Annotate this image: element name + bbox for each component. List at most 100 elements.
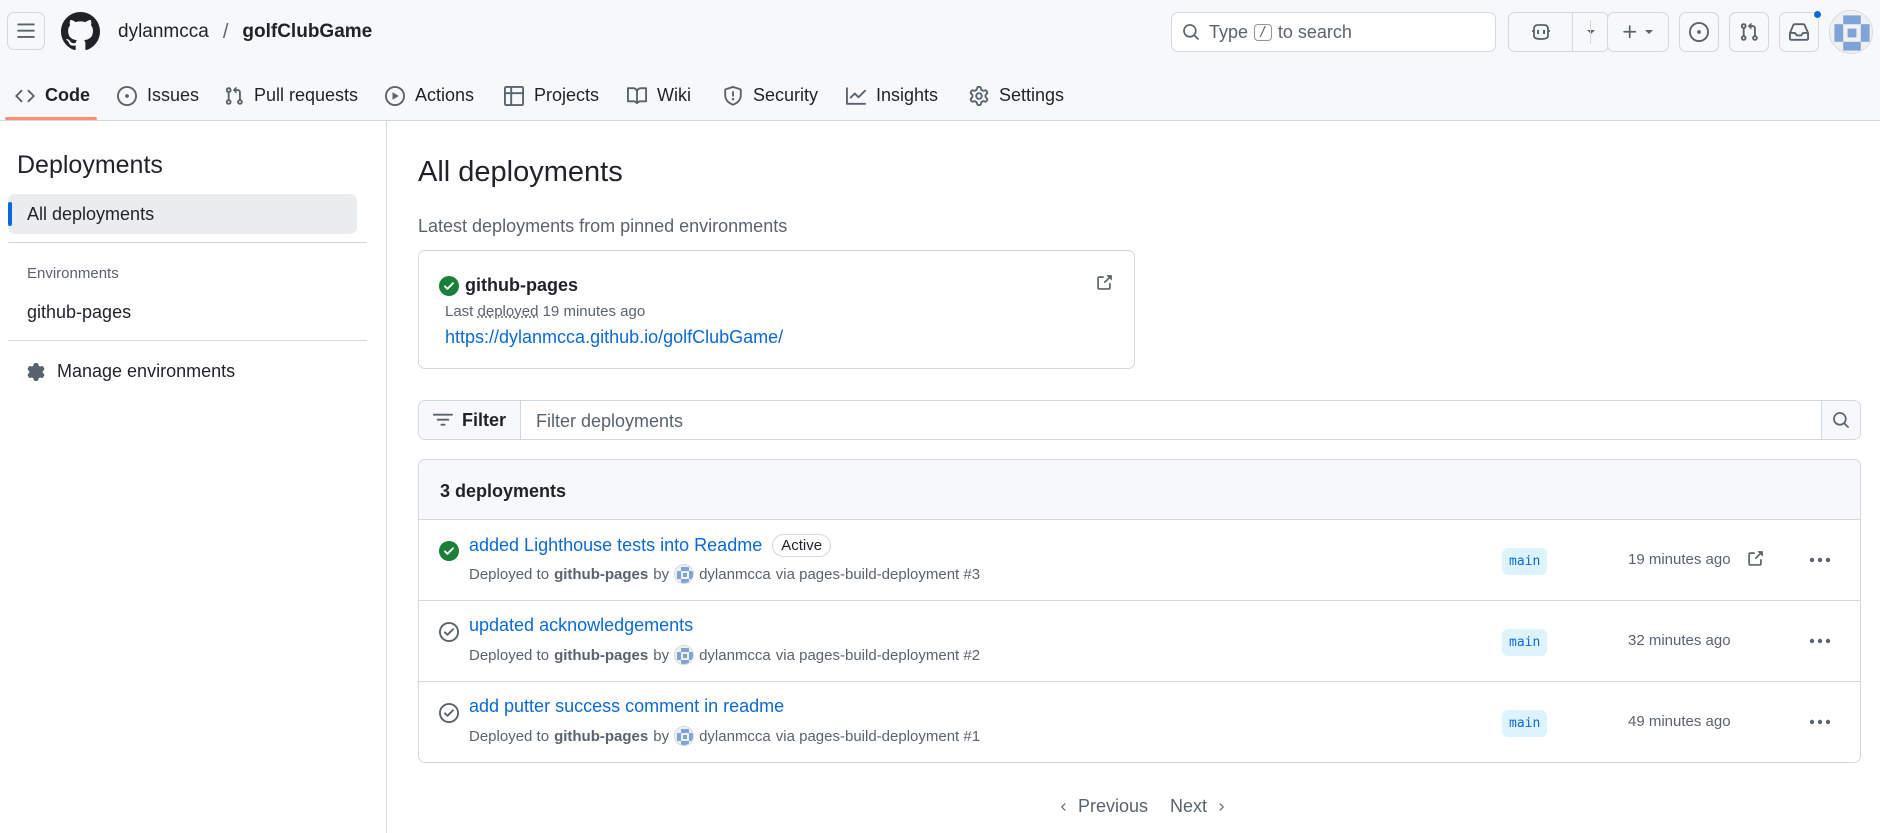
search-input[interactable]: Type / to search: [1171, 12, 1496, 52]
kebab-horizontal-icon: [1809, 557, 1831, 563]
breadcrumb-repo-link[interactable]: golfClubGame: [242, 21, 372, 43]
kebab-horizontal-icon: [1809, 638, 1831, 644]
copilot-button-group: [1508, 12, 1609, 52]
pinned-subtitle: Latest deployments from pinned environme…: [418, 216, 788, 236]
link-external-icon: [1097, 275, 1112, 290]
tab-security-label: Security: [753, 85, 819, 105]
menu-button[interactable]: [7, 12, 45, 50]
tab-code-label: Code: [45, 85, 90, 105]
deployment-workflow-link[interactable]: via pages-build-deployment #3: [776, 566, 980, 583]
user-avatar[interactable]: [1829, 10, 1873, 54]
deployment-commit-link[interactable]: updated acknowledgements: [469, 615, 693, 636]
issues-button[interactable]: [1679, 12, 1719, 52]
view-deployment-button[interactable]: [1746, 550, 1764, 568]
deployment-title-row: updated acknowledgements: [469, 615, 693, 636]
tab-pull-requests[interactable]: Pull requests: [224, 70, 358, 121]
issue-opened-icon: [1689, 22, 1709, 42]
deployment-status: [439, 703, 459, 723]
sidebar-divider: [8, 340, 367, 341]
tab-code[interactable]: Code: [15, 70, 90, 121]
identicon-icon: [675, 565, 694, 583]
tab-settings[interactable]: Settings: [969, 70, 1064, 121]
pinned-deployed-link[interactable]: deployed: [478, 303, 539, 320]
sidebar-title: Deployments: [17, 151, 163, 179]
deployed-to-text: Deployed to: [469, 727, 550, 745]
pull-requests-button[interactable]: [1729, 12, 1769, 52]
app-header: dylanmcca / golfClubGame Type / to searc…: [0, 0, 1880, 121]
deployment-user-link[interactable]: dylanmcca: [699, 728, 771, 745]
deployment-environment-link[interactable]: github-pages: [554, 566, 648, 583]
deployment-menu-button[interactable]: [1808, 548, 1832, 572]
pinned-environment-label[interactable]: github-pages: [465, 275, 578, 296]
tab-issues[interactable]: Issues: [117, 70, 199, 121]
deployment-environment-link[interactable]: github-pages: [554, 647, 648, 664]
gear-icon: [27, 362, 45, 381]
table-icon: [504, 85, 524, 106]
deployment-commit-link[interactable]: add putter success comment in readme: [469, 696, 784, 717]
deployment-time: 32 minutes ago: [1628, 632, 1731, 649]
by-text: by: [653, 727, 670, 745]
deployment-time: 49 minutes ago: [1628, 713, 1731, 730]
filter-deployments-input[interactable]: Filter deployments: [536, 411, 683, 432]
deployment-meta: Deployed to github-pages by dylanmcca vi…: [469, 645, 980, 665]
deployment-menu-button[interactable]: [1808, 710, 1832, 734]
avatar: [674, 726, 695, 746]
branch-label[interactable]: main: [1502, 548, 1548, 575]
deployment-commit-link[interactable]: added Lighthouse tests into Readme: [469, 535, 762, 556]
deployment-environment-link[interactable]: github-pages: [554, 728, 648, 745]
tab-insights[interactable]: Insights: [846, 70, 938, 121]
sidebar-active-indicator: [8, 202, 12, 226]
sidebar-item-github-pages[interactable]: github-pages: [27, 302, 131, 323]
filter-button[interactable]: Filter: [419, 401, 521, 439]
git-pull-request-icon: [1740, 22, 1758, 41]
identicon-icon: [675, 646, 694, 664]
deployment-user-link[interactable]: dylanmcca: [699, 647, 771, 664]
branch-label[interactable]: main: [1502, 629, 1548, 656]
status-badge: Active: [772, 534, 832, 557]
deployment-workflow-link[interactable]: via pages-build-deployment #1: [776, 728, 980, 745]
deployment-menu-button[interactable]: [1808, 629, 1832, 653]
tab-wiki[interactable]: Wiki: [627, 70, 691, 121]
next-page-label: Next: [1170, 796, 1208, 816]
deployment-status: [439, 541, 459, 561]
tab-issues-label: Issues: [147, 85, 200, 105]
git-pull-request-icon: [225, 86, 243, 105]
deployment-user-link[interactable]: dylanmcca: [699, 566, 771, 583]
pinned-meta-time: 19 minutes ago: [542, 303, 646, 320]
selected-tab-indicator: [5, 117, 97, 120]
deployment-title-row: add putter success comment in readme: [469, 696, 784, 717]
tab-projects-label: Projects: [534, 85, 600, 105]
create-new-button[interactable]: [1607, 12, 1669, 52]
copilot-button[interactable]: [1509, 13, 1573, 51]
search-suffix-text: to search: [1277, 21, 1352, 42]
search-icon: [1183, 24, 1199, 40]
manage-environments-link[interactable]: Manage environments: [27, 361, 235, 382]
deployment-meta: Deployed to github-pages by dylanmcca vi…: [469, 726, 980, 746]
branch-label[interactable]: main: [1502, 710, 1548, 737]
search-icon: [1833, 412, 1849, 428]
issue-opened-icon: [117, 85, 137, 106]
previous-page-button[interactable]: Previous: [1058, 796, 1148, 817]
check-circle-icon: [439, 622, 459, 642]
tab-actions[interactable]: Actions: [385, 70, 474, 121]
sidebar-item-all-deployments-label[interactable]: All deployments: [27, 204, 154, 225]
graph-icon: [846, 86, 866, 105]
deployment-workflow-link[interactable]: via pages-build-deployment #2: [776, 647, 980, 664]
breadcrumb-owner-link[interactable]: dylanmcca: [118, 21, 209, 43]
pinned-environment-url[interactable]: https://dylanmcca.github.io/golfClubGame…: [445, 327, 783, 348]
tab-settings-label: Settings: [999, 85, 1065, 105]
open-environment-button[interactable]: [1095, 274, 1113, 292]
check-circle-icon: [439, 703, 459, 723]
deployment-row: updated acknowledgements Deployed to git…: [419, 601, 1860, 682]
next-page-button[interactable]: Next: [1170, 796, 1227, 817]
deployments-sidebar: Deployments All deployments Environments…: [0, 121, 387, 833]
notification-indicator: [1812, 9, 1823, 20]
filter-search-button[interactable]: [1821, 401, 1860, 439]
tab-security[interactable]: Security: [723, 70, 818, 121]
deployed-to-text: Deployed to: [469, 565, 550, 583]
github-logo-icon[interactable]: [61, 12, 100, 51]
book-icon: [627, 86, 647, 104]
deployments-count: 3 deployments: [440, 481, 567, 501]
tab-projects[interactable]: Projects: [504, 70, 599, 121]
by-text: by: [653, 646, 670, 664]
